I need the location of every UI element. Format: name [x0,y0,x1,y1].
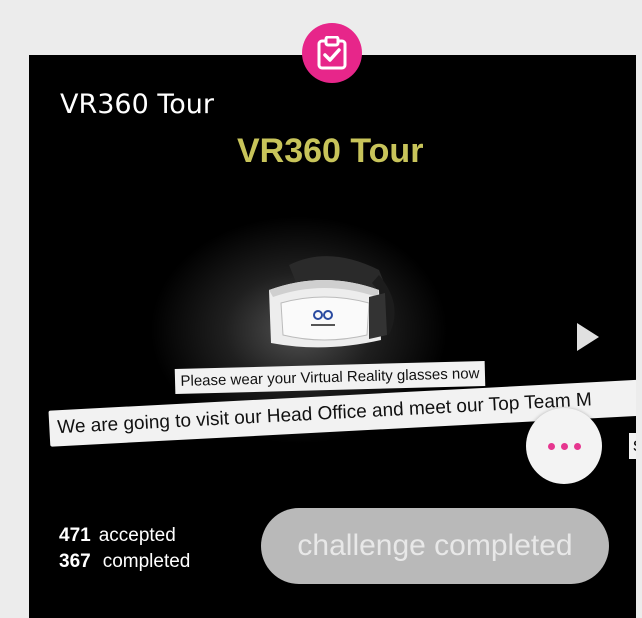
video-title: VR360 Tour [237,132,424,170]
accepted-label: accepted [98,525,176,546]
completed-stat: 367 completed [59,549,190,575]
more-options-button[interactable] [526,408,602,484]
vr-headset-image [269,256,395,348]
more-dots-icon [547,442,581,450]
challenge-badge [302,23,362,83]
clipboard-check-icon [317,36,347,70]
banner-line2-text: We are going to visit our Head Office an… [56,389,593,439]
card-title: VR360 Tour [60,89,214,120]
accepted-stat: 471 accepted [59,523,190,549]
completed-label: completed [102,551,191,572]
challenge-card: VR360 Tour VR360 Tour Please wear your V… [29,55,636,618]
play-icon[interactable] [577,323,599,351]
banner-line2-tail: s [629,433,636,459]
accepted-count: 471 [59,525,91,546]
completed-count: 367 [59,551,91,572]
challenge-stats: 471 accepted 367 completed [59,523,190,575]
challenge-completed-button[interactable]: challenge completed [261,508,609,584]
